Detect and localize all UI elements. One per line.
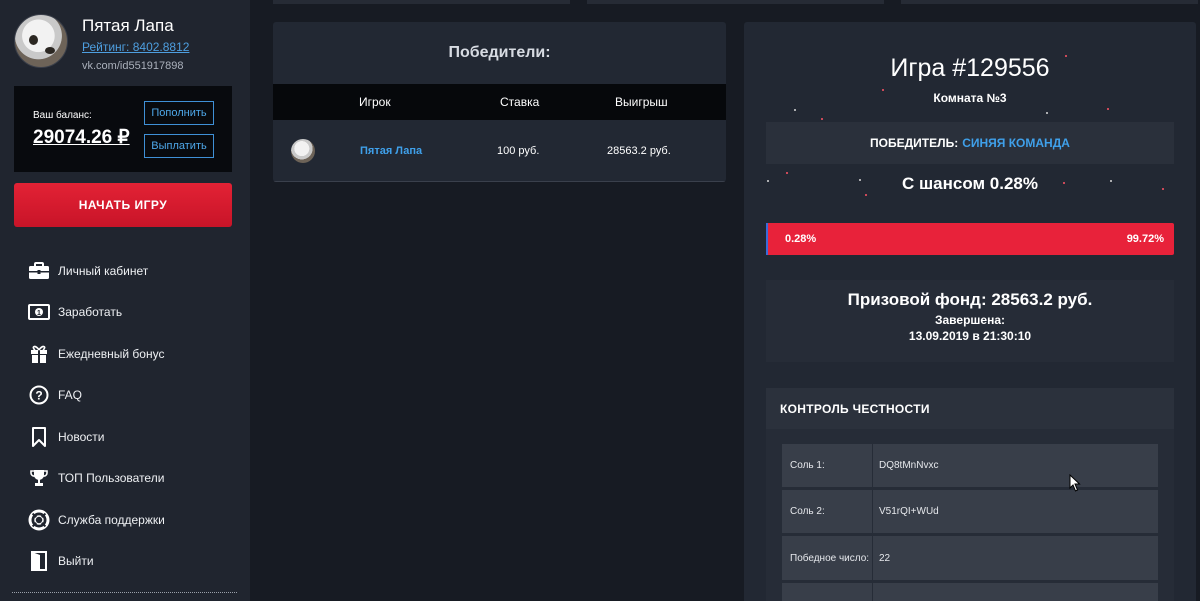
fairness-panel: КОНТРОЛЬ ЧЕСТНОСТИ Соль 1: DQ8tMnNvxc Со… [766, 388, 1174, 601]
winner-player-link[interactable]: Пятая Лапа [360, 145, 422, 157]
sidebar-menu: Личный кабинет 1 Заработать Ежедневный б… [28, 250, 165, 582]
game-date: 13.09.2019 в 21:30:10 [908, 329, 1032, 343]
fairness-key: Победное число: [782, 536, 873, 580]
menu-item-label: Ежедневный бонус [58, 346, 165, 361]
avatar[interactable] [14, 14, 68, 68]
menu-item-top-users[interactable]: ТОП Пользователи [28, 458, 165, 500]
trophy-icon [28, 467, 50, 489]
confetti [865, 194, 867, 196]
profile-name: Пятая Лапа [82, 16, 174, 35]
game-status: Завершена: [934, 313, 1005, 327]
menu-item-faq[interactable]: ? FAQ [28, 375, 165, 417]
deposit-button[interactable]: Пополнить [144, 101, 214, 125]
fairness-value: V51rQI+WUd [879, 506, 939, 517]
confetti [1107, 108, 1109, 110]
fairness-row: Победное число: 22 [782, 536, 1158, 580]
balance-value: 29074.26 ₽ [33, 127, 130, 148]
menu-item-earn[interactable]: 1 Заработать [28, 292, 165, 334]
top-stat-card [273, 0, 570, 4]
balance-label: Ваш баланс: [33, 110, 92, 121]
prize-box: Призовой фонд: 28563.2 руб. Завершена: 1… [766, 280, 1174, 362]
winner-team: СИНЯЯ КОМАНДА [962, 136, 1070, 150]
gift-icon [28, 343, 50, 365]
team-chance-bar: 0.28% 99.72% [766, 223, 1174, 255]
red-percent: 99.72% [1126, 233, 1164, 245]
menu-item-label: ТОП Пользователи [58, 471, 165, 486]
menu-item-label: Личный кабинет [58, 263, 149, 278]
profile: Пятая Лапа Рейтинг: 8402.8812 vk.com/id5… [14, 14, 189, 72]
game-panel: Игра #129556 Комната №3 ПОБЕДИТЕЛЬ: СИНЯ… [744, 22, 1196, 601]
blue-team-fill [766, 223, 769, 255]
svg-text:?: ? [35, 389, 42, 403]
menu-item-cabinet[interactable]: Личный кабинет [28, 250, 165, 292]
menu-item-label: Новости [58, 429, 105, 444]
fairness-row: 48c3bf5fd1901913588e87e8e257875fc7018e26… [782, 583, 1158, 601]
fairness-key: Соль 2: [782, 490, 873, 533]
menu-item-support[interactable]: Служба поддержки [28, 499, 165, 541]
winner-prefix: ПОБЕДИТЕЛЬ: [870, 136, 959, 150]
menu-item-logout[interactable]: Выйти [28, 541, 165, 583]
column-player: Игрок [359, 95, 391, 109]
confetti [1046, 112, 1048, 114]
prize-fund: Призовой фонд: 28563.2 руб. [847, 290, 1093, 309]
briefcase-icon [28, 260, 50, 282]
sidebar-divider [12, 592, 237, 595]
lifebuoy-icon [28, 509, 50, 531]
fairness-key: Соль 1: [782, 444, 873, 487]
sidebar: Пятая Лапа Рейтинг: 8402.8812 vk.com/id5… [0, 0, 250, 601]
exit-door-icon [28, 550, 50, 572]
balance-box: Ваш баланс: 29074.26 ₽ Пополнить Выплати… [14, 86, 232, 172]
fairness-key [782, 583, 873, 601]
fairness-hash: 48c3bf5fd1901913588e87e8e257875fc7018e26… [879, 583, 1147, 601]
profile-vk-link[interactable]: vk.com/id551917898 [82, 60, 189, 72]
winners-title: Победители: [448, 44, 551, 61]
table-row: Пятая Лапа 100 руб. 28563.2 руб. [273, 120, 726, 182]
confetti [794, 109, 796, 111]
withdraw-button[interactable]: Выплатить [144, 134, 214, 158]
menu-item-daily-bonus[interactable]: Ежедневный бонус [28, 333, 165, 375]
column-win: Выигрыш [615, 95, 668, 109]
menu-item-label: FAQ [58, 388, 83, 403]
top-stat-card [587, 0, 884, 4]
winner-win: 28563.2 руб. [607, 144, 671, 157]
fairness-row: Соль 2: V51rQI+WUd [782, 490, 1158, 533]
menu-item-label: Заработать [58, 305, 123, 320]
menu-item-news[interactable]: Новости [28, 416, 165, 458]
money-icon: 1 [28, 301, 50, 323]
win-chance: С шансом 0.28% [901, 174, 1038, 193]
winner-banner: ПОБЕДИТЕЛЬ: СИНЯЯ КОМАНДА [766, 122, 1174, 164]
winners-table-header: Игрок Ставка Выигрыш [273, 84, 726, 120]
menu-item-label: Служба поддержки [58, 512, 165, 527]
confetti [821, 118, 823, 120]
fairness-value: 22 [879, 552, 891, 564]
blue-percent: 0.28% [785, 233, 817, 245]
column-bet: Ставка [500, 95, 540, 109]
question-icon: ? [28, 384, 50, 406]
winners-panel: Победители: Игрок Ставка Выигрыш Пятая Л… [273, 22, 726, 182]
top-stat-card [901, 0, 1198, 4]
winner-bet: 100 руб. [497, 144, 540, 157]
game-title: Игра #129556 [890, 54, 1050, 82]
winner-avatar[interactable] [291, 138, 315, 163]
svg-text:1: 1 [37, 310, 41, 317]
game-room: Комната №3 [933, 91, 1007, 105]
menu-item-label: Выйти [58, 554, 94, 569]
bookmark-icon [28, 426, 50, 448]
fairness-value: DQ8tMnNvxc [879, 460, 939, 471]
mouse-cursor-icon [1069, 473, 1081, 497]
start-game-button[interactable]: НАЧАТЬ ИГРУ [14, 183, 232, 227]
fairness-title: КОНТРОЛЬ ЧЕСТНОСТИ [766, 388, 1174, 429]
profile-rating-link[interactable]: Рейтинг: 8402.8812 [82, 40, 189, 54]
fairness-row: Соль 1: DQ8tMnNvxc [782, 444, 1158, 487]
